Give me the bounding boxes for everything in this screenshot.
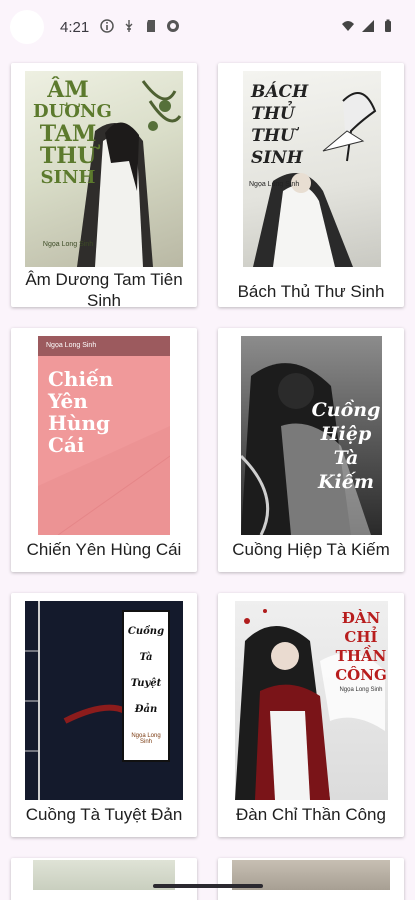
- book-title: Chiến Yên Hùng Cái: [26, 540, 182, 559]
- book-card[interactable]: [11, 858, 197, 900]
- cover-title-line: Tuyệt: [130, 678, 162, 689]
- book-card[interactable]: ĐÀN CHỈ THẦN CÔNG Ngọa Long Sinh Đàn Chỉ…: [218, 593, 404, 837]
- cover-author: Ngọa Long Sinh: [339, 687, 383, 693]
- cover-title-line: Chiến: [48, 367, 114, 391]
- cover-title-line: CHỈ: [344, 628, 378, 646]
- book-card[interactable]: [218, 858, 404, 900]
- cover-title-line: Kiếm: [318, 471, 374, 493]
- sync-icon: [167, 20, 179, 32]
- signal-icon: [362, 20, 374, 32]
- book-title: Bách Thủ Thư Sinh: [237, 282, 385, 301]
- gesture-nav-handle[interactable]: [153, 884, 263, 888]
- cover-title-line: TAM: [39, 121, 97, 147]
- cover-title-line: SINH: [40, 167, 96, 188]
- cover-title-line: THỦ: [251, 104, 295, 124]
- sd-card-icon: [147, 20, 155, 32]
- book-title: Cuồng Hiệp Tà Kiếm: [232, 540, 390, 559]
- book-card[interactable]: Cuồng Hiệp Tà Kiếm Cuồng Hiệp Tà Kiếm: [218, 328, 404, 572]
- cover-author: Ngọa Long Sinh: [42, 241, 94, 248]
- book-card[interactable]: ÂM DƯƠNG TAM THƯ SINH Ngọa Long Sinh Âm …: [11, 63, 197, 310]
- cover-title-line: DƯƠNG: [33, 101, 112, 122]
- info-icon: [100, 19, 114, 33]
- cover-title-line: Đản: [134, 704, 158, 715]
- cover-author: Ngọa Long Sinh: [249, 181, 300, 188]
- book-card[interactable]: Cuồng Tà Tuyệt Đản Ngọa Long Sinh Cuồng …: [11, 593, 197, 837]
- book-title: Đàn Chỉ Thần Công: [236, 805, 386, 824]
- book-cover-image[interactable]: BÁCH THỦ THƯ SINH Ngọa Long Sinh: [243, 71, 381, 267]
- cover-title-line: Hiệp: [320, 423, 372, 445]
- book-cover-image[interactable]: Cuồng Hiệp Tà Kiếm: [241, 336, 382, 535]
- cover-title-line: ÂM: [47, 77, 89, 103]
- cover-title-line: Yên: [48, 389, 88, 413]
- cover-title-line: Tà: [139, 652, 153, 663]
- cover-title-line: CÔNG: [335, 666, 387, 684]
- book-cover-image[interactable]: ĐÀN CHỈ THẦN CÔNG Ngọa Long Sinh: [235, 601, 388, 800]
- notification-icons: [100, 19, 180, 33]
- book-cover-image[interactable]: Ngọa Long Sinh Chiến Yên Hùng Cái: [38, 336, 170, 535]
- cover-title-line: Cuồng: [311, 399, 381, 421]
- cover-title-line: Tà: [333, 447, 359, 469]
- cover-title-line: Cuồng: [127, 626, 165, 637]
- book-cover-image[interactable]: Cuồng Tà Tuyệt Đản Ngọa Long Sinh: [25, 601, 183, 800]
- book-title: Âm Dương Tam Tiên Sinh: [25, 270, 183, 310]
- cover-title-line: THƯ: [39, 143, 97, 169]
- cover-title-line: SINH: [251, 148, 303, 168]
- status-time: 4:21: [60, 19, 90, 36]
- system-icons: [341, 19, 395, 33]
- book-title: Cuồng Tà Tuyệt Đản: [25, 805, 183, 824]
- book-card[interactable]: Ngọa Long Sinh Chiến Yên Hùng Cái Chiến …: [11, 328, 197, 572]
- cover-title-line: Cái: [48, 433, 85, 457]
- book-card[interactable]: BÁCH THỦ THƯ SINH Ngọa Long Sinh Bách Th…: [218, 63, 404, 307]
- cover-title-line: BÁCH: [251, 82, 309, 102]
- cover-author: Ngọa Long Sinh: [131, 733, 161, 745]
- cover-title-line: Hùng: [48, 411, 110, 435]
- cover-title-line: ĐÀN: [341, 609, 381, 627]
- usb-icon: [125, 20, 133, 32]
- battery-icon: [385, 19, 391, 32]
- cover-title-line: THẦN: [335, 647, 387, 665]
- cover-title-line: THƯ: [251, 126, 295, 146]
- wifi-icon: [342, 21, 354, 31]
- status-bar: 4:21: [0, 0, 415, 56]
- book-cover-image[interactable]: ÂM DƯƠNG TAM THƯ SINH Ngọa Long Sinh: [25, 71, 183, 267]
- book-grid: ÂM DƯƠNG TAM THƯ SINH Ngọa Long Sinh Âm …: [0, 56, 415, 900]
- avatar[interactable]: [10, 10, 44, 44]
